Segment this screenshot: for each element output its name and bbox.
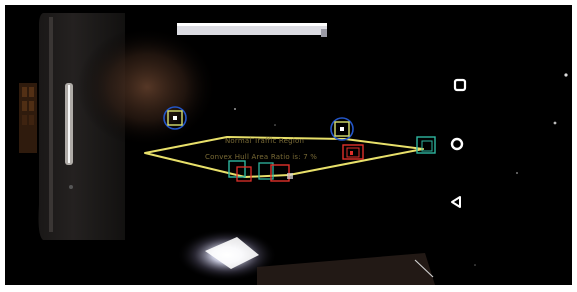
camera-feed-screen: Normal Traffic Region Convex Hull Area R… bbox=[5, 5, 572, 285]
ambient-glow bbox=[77, 27, 217, 147]
home-button[interactable] bbox=[449, 136, 465, 152]
circle-home-icon bbox=[450, 137, 464, 151]
hull-area-ratio-label: Convex Hull Area Ratio is: 7 % bbox=[205, 153, 318, 161]
triangle-back-icon bbox=[451, 196, 461, 208]
phone-edge bbox=[49, 17, 53, 232]
traffic-region-label: Normal Traffic Region bbox=[225, 137, 305, 145]
back-button[interactable] bbox=[449, 194, 463, 208]
tracker-marker-center bbox=[330, 117, 354, 141]
window-reflection bbox=[19, 83, 37, 153]
square-recents-icon bbox=[453, 78, 467, 92]
tracker-marker-left bbox=[163, 106, 187, 130]
recents-button[interactable] bbox=[453, 77, 467, 92]
detection-box-cluster-bottom bbox=[228, 160, 293, 182]
camera-scene bbox=[19, 13, 568, 285]
detection-box-cluster-red bbox=[342, 144, 364, 160]
